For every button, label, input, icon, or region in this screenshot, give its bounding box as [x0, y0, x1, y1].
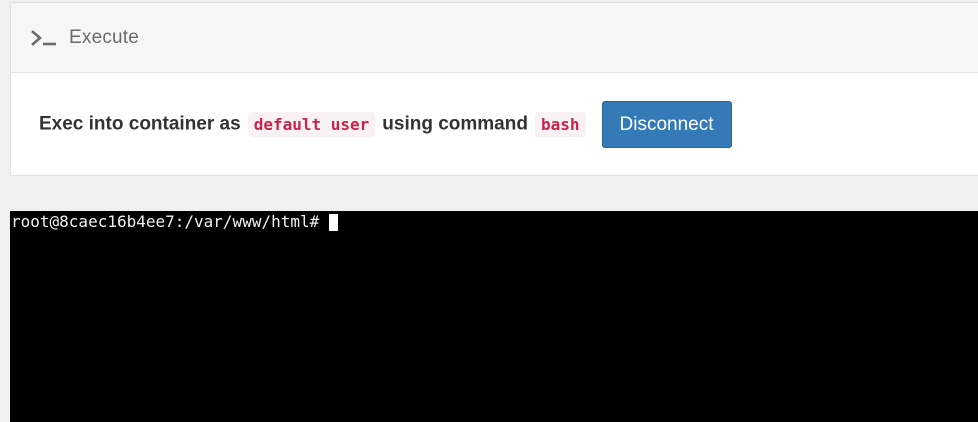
exec-command-code: bash	[534, 112, 586, 137]
terminal-prompt-icon	[31, 28, 57, 48]
panel-body: Exec into container as default user using …	[11, 73, 978, 176]
exec-description: Exec into container as default user using …	[39, 112, 593, 137]
exec-prefix-text: Exec into container as	[39, 113, 241, 135]
exec-middle-text: using command	[382, 113, 528, 135]
terminal-window[interactable]: root@8caec16b4ee7:/var/www/html#	[10, 211, 978, 422]
disconnect-button[interactable]: Disconnect	[601, 101, 732, 148]
panel-title: Execute	[69, 26, 140, 48]
terminal-line: root@8caec16b4ee7:/var/www/html#	[11, 213, 977, 231]
exec-user-code: default user	[247, 112, 376, 137]
terminal-prompt: root@8caec16b4ee7:/var/www/html#	[11, 212, 329, 231]
terminal-cursor	[328, 213, 338, 231]
execute-panel: Execute Exec into container as default us…	[10, 2, 978, 176]
panel-header: Execute	[11, 3, 978, 73]
